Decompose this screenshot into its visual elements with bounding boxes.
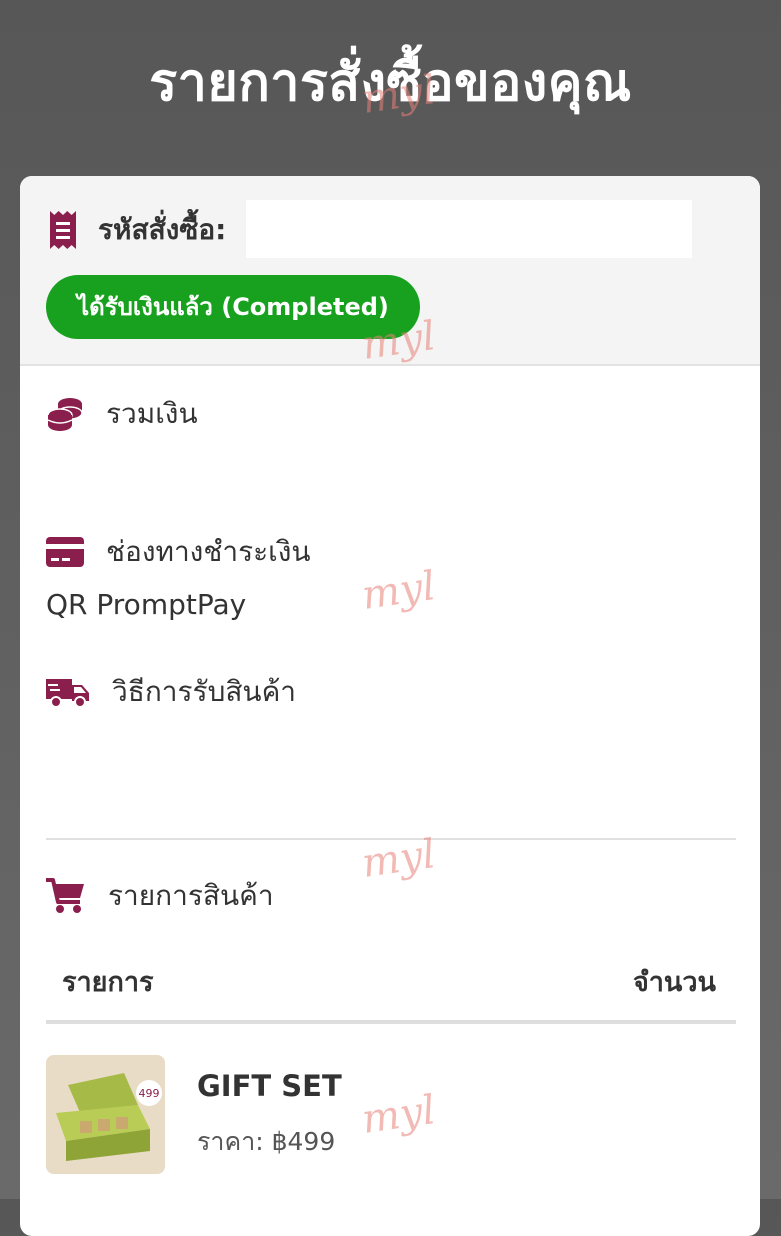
- product-thumbnail: 499: [46, 1055, 165, 1174]
- product-name: GIFT SET: [197, 1069, 342, 1103]
- payment-value: QR PromptPay: [46, 588, 247, 621]
- cart-icon: [46, 878, 86, 914]
- receipt-icon: [50, 211, 76, 249]
- order-card: รหัสสั่งซื้อ: ได้รับเงินแล้ว (Completed)…: [20, 176, 760, 1236]
- order-id-value: [246, 200, 692, 258]
- payment-label: ช่องทางชำระเงิน: [106, 535, 311, 568]
- status-badge: ได้รับเงินแล้ว (Completed): [46, 275, 420, 339]
- total-label: รวมเงิน: [106, 397, 198, 430]
- products-row: รายการสินค้า: [46, 874, 274, 918]
- truck-icon: [46, 675, 90, 709]
- column-header-qty: จำนวน: [632, 967, 716, 998]
- thumb-price-badge: 499: [139, 1087, 160, 1100]
- order-header: รหัสสั่งซื้อ: ได้รับเงินแล้ว (Completed): [20, 176, 760, 366]
- products-table-header: รายการ จำนวน: [46, 946, 736, 1024]
- order-id-row: รหัสสั่งซื้อ:: [50, 204, 226, 256]
- section-divider: [46, 838, 736, 840]
- product-price: ราคา: ฿499: [197, 1127, 336, 1156]
- column-header-item: รายการ: [62, 967, 154, 998]
- page-title: รายการสั่งซื้อของคุณ: [149, 53, 632, 113]
- coins-icon: [46, 395, 84, 433]
- delivery-row: วิธีการรับสินค้า: [46, 670, 296, 714]
- credit-card-icon: [46, 537, 84, 567]
- order-id-label: รหัสสั่งซื้อ:: [98, 213, 227, 246]
- delivery-label: วิธีการรับสินค้า: [112, 675, 297, 708]
- total-row: รวมเงิน: [46, 392, 198, 436]
- products-label: รายการสินค้า: [108, 879, 274, 912]
- payment-row: ช่องทางชำระเงิน: [46, 530, 311, 574]
